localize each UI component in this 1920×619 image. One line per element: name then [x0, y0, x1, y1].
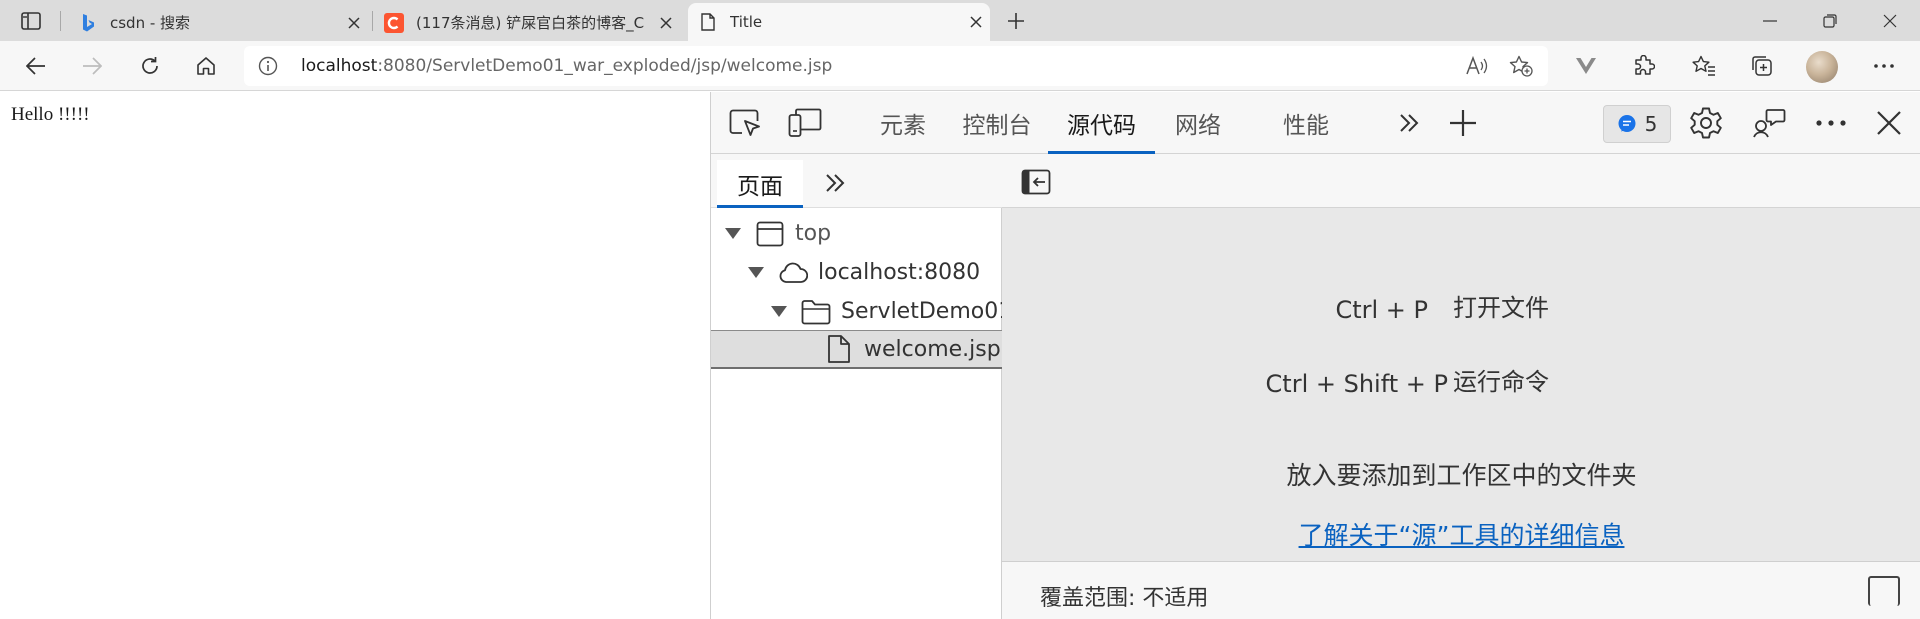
extension-vue-icon[interactable] [1568, 49, 1604, 83]
tab-title: csdn - 搜索 [110, 14, 191, 32]
shortcut-description: 打开文件 [1453, 294, 1549, 322]
tab-sources[interactable]: 源代码 [1048, 92, 1155, 154]
close-devtools-icon[interactable] [1869, 105, 1909, 141]
issues-counter-button[interactable]: 5 [1603, 105, 1671, 143]
issues-message-icon [1618, 115, 1636, 132]
collections-icon[interactable] [1744, 49, 1780, 83]
bing-icon [78, 13, 98, 33]
tab-console[interactable]: 控制台 [951, 92, 1043, 154]
tab-network[interactable]: 网络 [1163, 92, 1233, 154]
learn-more-link[interactable]: 了解关于“源”工具的详细信息 [1002, 516, 1920, 552]
url-path: :8080/ServletDemo01_war_exploded/jsp/wel… [377, 56, 833, 76]
customize-menu-icon[interactable] [1811, 105, 1851, 141]
sources-navigator: 页面 top localhost:8080 ServletDemo01 welc… [711, 154, 1002, 619]
page-body-text: Hello !!!!! [11, 104, 90, 125]
url-text[interactable]: localhost:8080/ServletDemo01_war_explode… [301, 56, 832, 76]
refresh-icon[interactable] [132, 49, 168, 83]
folder-icon [801, 297, 831, 327]
cloud-icon [778, 258, 808, 288]
new-tab-icon[interactable] [998, 6, 1034, 36]
tab-csdn-search[interactable]: csdn - 搜索 [78, 4, 368, 41]
shortcut-description: 运行命令 [1453, 368, 1549, 396]
sources-editor: Ctrl + P 打开文件 Ctrl + Shift + P 运行命令 放入要添… [1002, 154, 1920, 619]
close-tab-icon[interactable] [340, 9, 368, 37]
add-favorite-icon[interactable] [1506, 52, 1536, 80]
tab-title: Title [730, 13, 763, 31]
csdn-icon [384, 12, 404, 33]
tree-item-label: welcome.jsp [864, 336, 1001, 362]
close-tab-icon[interactable] [962, 8, 990, 36]
site-info-icon[interactable] [256, 54, 280, 78]
tab-strip: csdn - 搜索 (117条消息) 铲屎官白茶的博客_C Title [0, 0, 1920, 41]
tree-item-label: top [795, 221, 832, 246]
extensions-icon[interactable] [1626, 49, 1662, 83]
close-tab-icon[interactable] [652, 9, 680, 37]
navigator-tabs: 页面 [711, 154, 1002, 208]
feedback-icon[interactable] [1749, 105, 1789, 141]
url-host: localhost [301, 56, 378, 76]
tab-title: (117条消息) 铲屎官白茶的博客_C [416, 14, 645, 32]
favorites-icon[interactable] [1686, 49, 1722, 83]
page-viewport: Hello !!!!! [0, 92, 710, 619]
settings-gear-icon[interactable] [1686, 105, 1726, 141]
more-tabs-chevron-icon[interactable] [1389, 105, 1429, 141]
profile-avatar[interactable] [1806, 51, 1838, 83]
minimize-icon[interactable] [1740, 0, 1800, 41]
address-bar[interactable]: localhost:8080/ServletDemo01_war_explode… [244, 46, 1548, 86]
tree-item-welcome-jsp[interactable]: welcome.jsp [711, 330, 1002, 369]
frame-icon [755, 219, 785, 249]
shortcut-keys: Ctrl + P [1335, 296, 1428, 324]
device-emulation-icon[interactable] [785, 105, 825, 141]
home-icon[interactable] [188, 49, 224, 83]
devtools-toolbar: 元素 控制台 源代码 网络 性能 5 [711, 92, 1920, 154]
drop-folder-hint: 放入要添加到工作区中的文件夹 [1286, 461, 1637, 490]
tab-csdn-blog[interactable]: (117条消息) 铲屎官白茶的博客_C [384, 4, 680, 41]
expand-triangle-icon[interactable] [725, 228, 741, 239]
tree-item-localhost[interactable]: localhost:8080 [711, 253, 1002, 292]
expand-triangle-icon[interactable] [748, 267, 764, 278]
close-window-icon[interactable] [1860, 0, 1920, 41]
toggle-navigator-icon[interactable] [1020, 167, 1052, 197]
tree-item-label: ServletDemo01 [841, 299, 1002, 324]
navigator-tab-page[interactable]: 页面 [717, 160, 803, 208]
shortcut-keys: Ctrl + Shift + P [1265, 370, 1448, 398]
browser-toolbar: localhost:8080/ServletDemo01_war_explode… [0, 41, 1920, 91]
editor-status-bar: 覆盖范围: 不适用 [1002, 561, 1920, 619]
file-icon [824, 334, 854, 364]
navigator-more-chevron-icon[interactable] [817, 166, 853, 200]
coverage-status: 覆盖范围: 不适用 [1040, 586, 1209, 611]
tab-performance[interactable]: 性能 [1271, 92, 1341, 154]
inspect-element-icon[interactable] [725, 105, 765, 141]
tree-item-top[interactable]: top [711, 214, 1002, 253]
expand-triangle-icon[interactable] [771, 306, 787, 317]
tab-separator [372, 11, 373, 31]
tab-elements[interactable]: 元素 [865, 92, 941, 154]
devtools-panel: 元素 控制台 源代码 网络 性能 5 页面 top localhost:8080… [710, 92, 1920, 619]
tab-title-page[interactable]: Title [688, 3, 990, 41]
tab-actions-icon[interactable] [12, 8, 50, 34]
back-icon[interactable] [18, 49, 54, 83]
editor-toolbar [1002, 154, 1920, 208]
read-aloud-icon[interactable] [1462, 52, 1492, 80]
page-icon [698, 12, 718, 32]
tree-item-servletdemo01[interactable]: ServletDemo01 [711, 292, 1002, 331]
more-menu-icon[interactable] [1866, 49, 1902, 83]
restore-icon[interactable] [1800, 0, 1860, 41]
tree-item-label: localhost:8080 [818, 260, 981, 285]
forward-icon[interactable] [74, 49, 110, 83]
add-tool-icon[interactable] [1443, 105, 1483, 141]
coverage-icon[interactable] [1868, 576, 1900, 606]
issues-count: 5 [1644, 112, 1658, 136]
tab-separator [60, 11, 61, 31]
